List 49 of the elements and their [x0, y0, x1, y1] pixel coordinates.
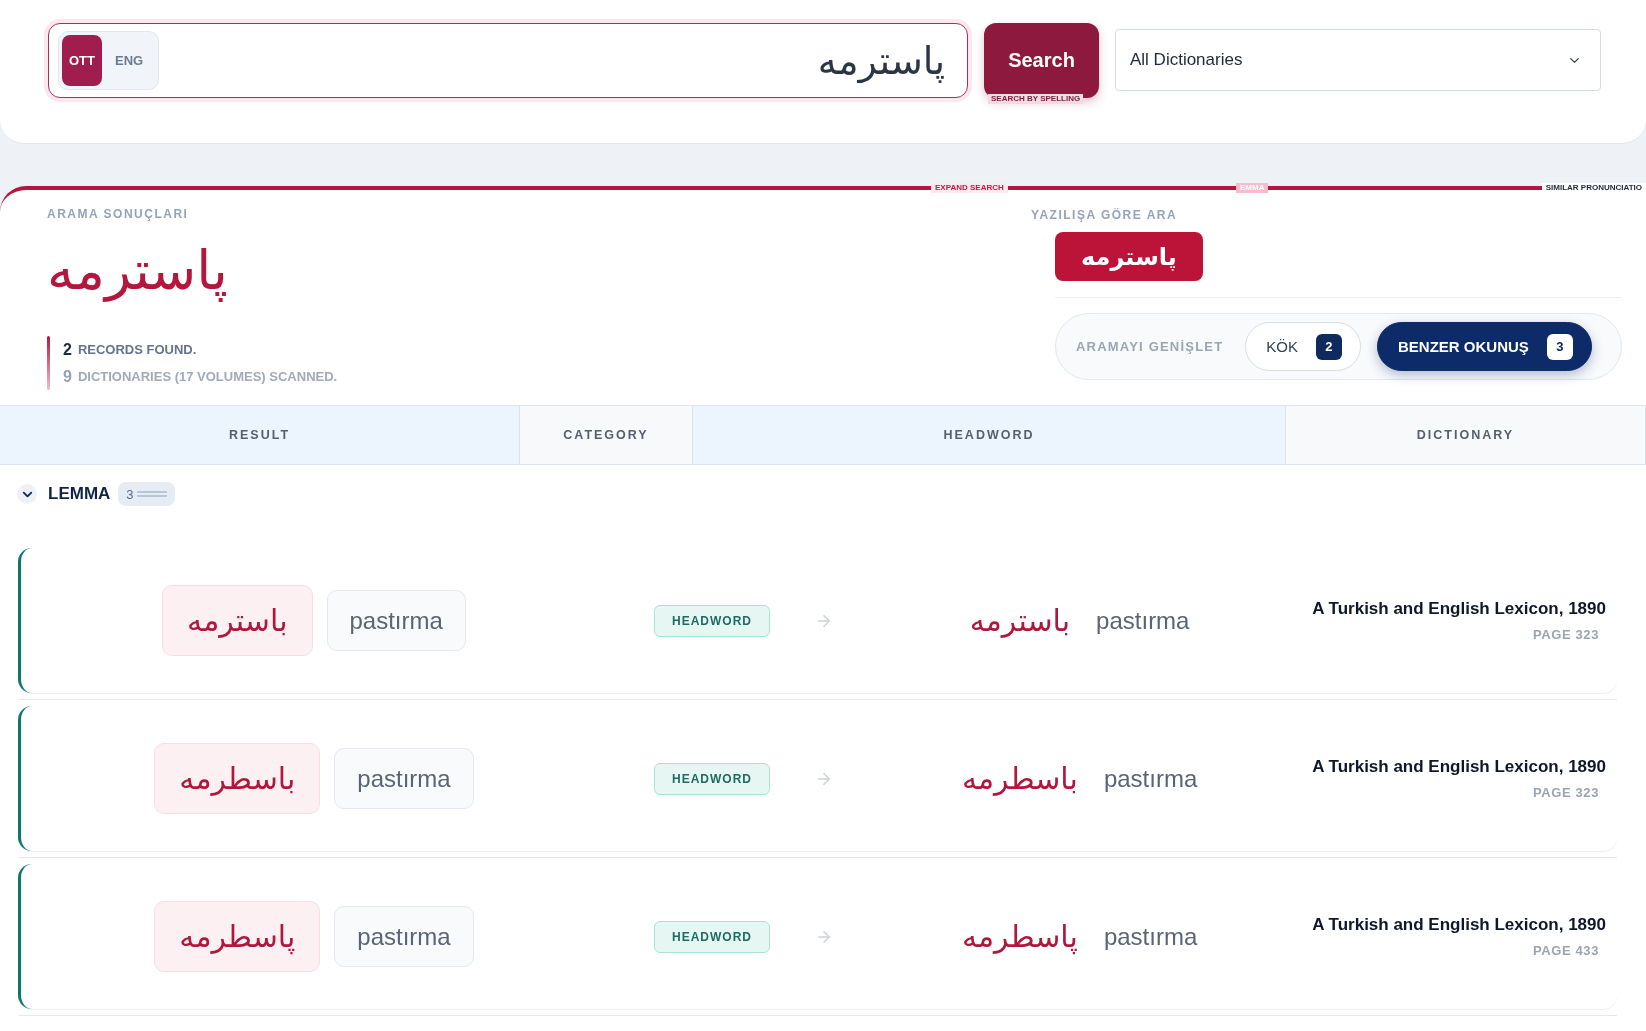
count-badge: 3 — [1546, 333, 1573, 360]
category-tag: HEADWORD — [654, 604, 770, 637]
section-label: ARAMA SONUÇLARI — [47, 206, 189, 222]
headword-latin: pastırma — [1096, 606, 1190, 635]
arabic-result-chip: باسترمه — [162, 585, 313, 656]
column-header: CATEGORY — [520, 406, 693, 464]
dictionary-title: A Turkish and English Lexicon, 1890 — [1312, 915, 1606, 935]
arabic-result-chip: پاسطرمه — [154, 901, 321, 972]
section-tag: SIMILAR PRONUNCIATIO — [1541, 183, 1646, 193]
language-option[interactable]: OTT — [62, 35, 102, 86]
spelling-chip[interactable]: پاسترمه — [1055, 232, 1203, 281]
dictionary-title: A Turkish and English Lexicon, 1890 — [1312, 757, 1606, 777]
group-title: LEMMA — [48, 484, 111, 504]
section-tag: EXPAND SEARCH — [931, 183, 1008, 193]
expand-option-button[interactable]: BENZER OKUNUŞ 3 — [1377, 322, 1592, 371]
search-hint-tag: SEARCH BY SPELLING — [988, 94, 1084, 104]
column-header: RESULT — [0, 406, 520, 464]
stat-text: 2 RECORDS FOUND. — [63, 339, 198, 360]
stat-text: 9 DICTIONARIES (17 VOLUMES) SCANNED. — [63, 366, 338, 387]
count-badge: 2 — [1316, 333, 1342, 360]
dictionary-title: A Turkish and English Lexicon, 1890 — [1312, 599, 1606, 619]
expand-option-button[interactable]: KÖK 2 — [1245, 322, 1361, 371]
latin-result-chip: pastırma — [334, 748, 474, 809]
expand-label: ARAMAYI GENİŞLET — [1076, 339, 1224, 354]
headword-latin: pastırma — [1103, 764, 1198, 793]
latin-result-chip: pastırma — [326, 590, 466, 651]
arabic-result-chip: باسطرمه — [154, 743, 321, 814]
category-tag: HEADWORD — [654, 920, 770, 953]
category-tag: HEADWORD — [654, 762, 770, 795]
group-count: 3 — [126, 486, 134, 502]
page-number: PAGE 323 — [1533, 785, 1600, 800]
search-input[interactable]: پاسترمه — [159, 29, 947, 92]
accent-bar — [47, 336, 50, 390]
query-title: پاسترمه — [47, 238, 228, 304]
headword-arabic: باسطرمه — [961, 761, 1078, 796]
column-header: HEADWORD — [693, 406, 1286, 464]
language-option[interactable]: ENG — [108, 35, 151, 86]
section-label: YAZILIŞA GÖRE ARA — [1031, 207, 1178, 223]
lines-icon — [136, 491, 167, 497]
headword-arabic: پاسطرمه — [961, 919, 1078, 954]
column-header: DICTIONARY — [1286, 406, 1646, 464]
dictionary-select[interactable]: All Dictionaries — [1115, 29, 1601, 91]
page-number: PAGE 323 — [1533, 627, 1600, 642]
chevron-down-icon[interactable] — [17, 484, 37, 504]
section-tag: EMMA — [1236, 183, 1269, 193]
headword-latin: pastırma — [1103, 922, 1198, 951]
headword-arabic: باسترمه — [969, 603, 1071, 638]
latin-result-chip: pastırma — [334, 906, 474, 967]
page-number: PAGE 433 — [1533, 943, 1600, 958]
